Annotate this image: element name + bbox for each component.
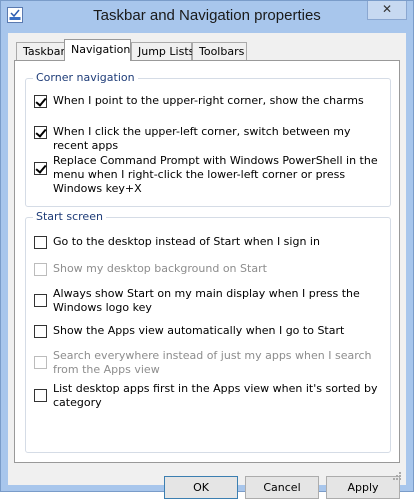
checkbox[interactable] [34,126,47,139]
option-replace-command-prompt[interactable]: Replace Command Prompt with Windows Powe… [34,154,386,195]
option-switch-recent-apps[interactable]: When I click the upper-left corner, swit… [34,125,386,152]
checkbox[interactable] [34,162,47,175]
option-start-on-main-display[interactable]: Always show Start on my main display whe… [34,287,386,317]
tab-label: Navigation [71,43,131,56]
option-label: Replace Command Prompt with Windows Powe… [53,154,378,195]
checkbox[interactable] [34,236,47,249]
option-desktop-background: Show my desktop background on Start [34,262,386,278]
close-icon: ✕ [381,2,393,16]
tab-jump-lists[interactable]: Jump Lists [131,42,195,60]
group-title: Start screen [33,210,106,223]
option-label: Show my desktop background on Start [53,262,267,275]
checkbox [34,356,47,369]
tab-navigation[interactable]: Navigation [64,39,131,61]
option-search-everywhere: Search everywhere instead of just my app… [34,349,386,379]
window-title: Taskbar and Navigation properties [93,7,321,24]
checkbox [34,263,47,276]
corner-navigation-group: Corner navigation When I point to the up… [25,71,391,207]
option-show-apps-view[interactable]: Show the Apps view automatically when I … [34,324,386,340]
checkbox[interactable] [34,95,47,108]
option-list-desktop-apps-first[interactable]: List desktop apps first in the Apps view… [34,382,386,412]
tab-label: Taskbar [23,45,65,58]
option-label: Always show Start on my main display whe… [53,287,360,314]
tab-label: Jump Lists [138,45,195,58]
option-label: When I click the upper-left corner, swit… [53,125,351,152]
checkbox[interactable] [34,325,47,338]
title-bar[interactable]: Taskbar and Navigation properties ✕ [1,1,413,33]
tab-taskbar[interactable]: Taskbar [16,42,66,60]
option-label: Show the Apps view automatically when I … [53,324,345,337]
dialog-client-area: Taskbar Navigation Jump Lists Toolbars C… [8,33,406,499]
cancel-button[interactable]: Cancel [245,476,319,499]
group-title: Corner navigation [33,71,138,84]
option-label: List desktop apps first in the Apps view… [53,382,378,409]
ok-button[interactable]: OK [164,476,238,499]
apply-button[interactable]: Apply [326,476,400,499]
tab-toolbars[interactable]: Toolbars [192,42,247,60]
resize-grip-icon[interactable] [392,471,402,481]
tab-label: Toolbars [199,45,245,58]
option-label: When I point to the upper-right corner, … [53,94,364,107]
checkbox[interactable] [34,294,47,307]
option-label: Search everywhere instead of just my app… [53,349,372,376]
close-button[interactable]: ✕ [367,1,407,20]
properties-window: Taskbar and Navigation properties ✕ Task… [0,0,414,499]
option-show-charms[interactable]: When I point to the upper-right corner, … [34,94,386,110]
option-label: Go to the desktop instead of Start when … [53,235,320,248]
checkbox[interactable] [34,389,47,402]
navigation-tab-panel: Corner navigation When I point to the up… [14,60,400,463]
option-go-to-desktop[interactable]: Go to the desktop instead of Start when … [34,235,386,251]
start-screen-group: Start screen Go to the desktop instead o… [25,210,391,453]
